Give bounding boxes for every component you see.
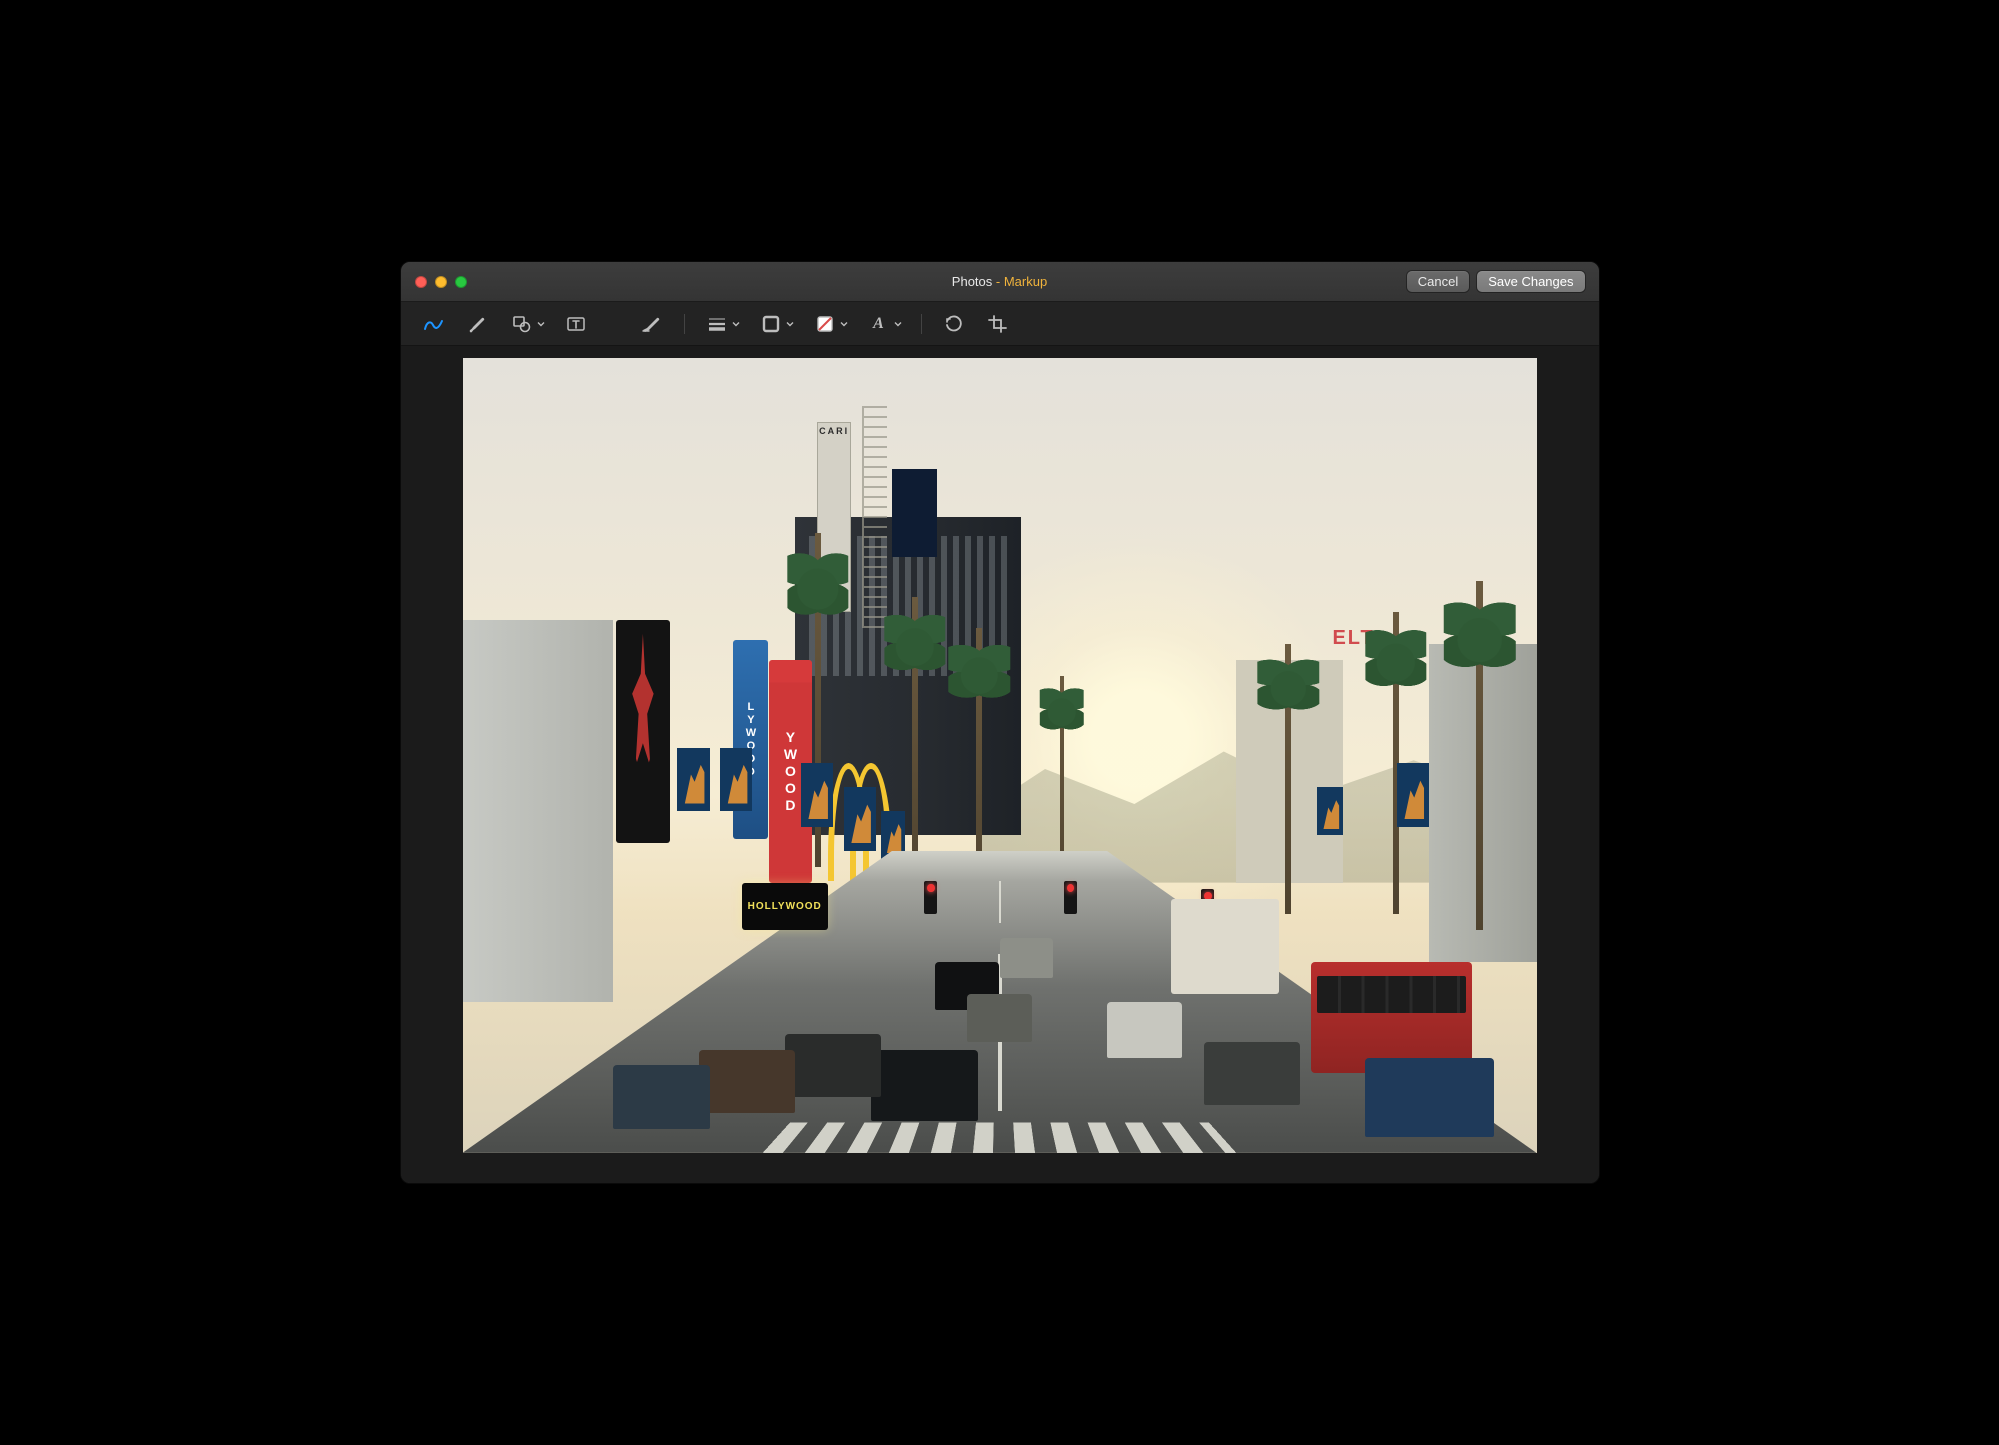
titlebar: Photos - Markup Cancel Save Changes [401,262,1599,302]
minimize-window-button[interactable] [435,276,447,288]
crop-icon [988,315,1008,333]
markup-toolbar: A [401,302,1599,346]
zoom-window-button[interactable] [455,276,467,288]
sketch-icon [423,315,445,333]
shapes-tool[interactable] [507,311,547,337]
sign-hollywood-neon: HOLLYWOOD [742,883,828,931]
window-controls [415,276,467,288]
rotate-left-icon [944,315,964,333]
titlebar-actions: Cancel Save Changes [1407,271,1585,292]
chevron-down-icon [786,320,794,328]
title-app: Photos [952,274,992,289]
chevron-down-icon [840,320,848,328]
sketch-tool[interactable] [419,311,449,337]
save-changes-button[interactable]: Save Changes [1477,271,1584,292]
title-mode: Markup [1004,274,1047,289]
draw-tool[interactable] [463,311,493,337]
font-style-icon: A [873,315,884,333]
fill-color-tool[interactable] [810,311,850,337]
chevron-down-icon [732,320,740,328]
brush-icon [467,315,489,333]
markup-window: Photos - Markup Cancel Save Changes [400,261,1600,1184]
text-tool[interactable] [561,311,591,337]
rotate-tool[interactable] [939,311,969,337]
chevron-down-icon [894,320,902,328]
border-color-icon [762,315,780,333]
highlighter-icon [640,315,664,333]
cancel-button[interactable]: Cancel [1407,271,1469,292]
close-window-button[interactable] [415,276,427,288]
line-weight-icon [707,316,727,332]
photo-canvas[interactable]: CARI ELT YWOOD LYWOOD [463,358,1537,1153]
crop-tool[interactable] [983,311,1013,337]
canvas-area: CARI ELT YWOOD LYWOOD [401,346,1599,1183]
toolbar-separator [921,314,922,334]
shapes-icon [511,315,533,333]
border-color-tool[interactable] [756,311,796,337]
title-separator: - [992,274,1004,289]
chevron-down-icon [537,320,545,328]
text-box-icon [565,315,587,333]
window-title: Photos - Markup [952,274,1047,289]
text-style-tool[interactable]: A [864,311,904,337]
shape-style-tool[interactable] [702,311,742,337]
toolbar-separator [684,314,685,334]
sign-tool[interactable] [637,311,667,337]
fill-color-icon [816,315,834,333]
